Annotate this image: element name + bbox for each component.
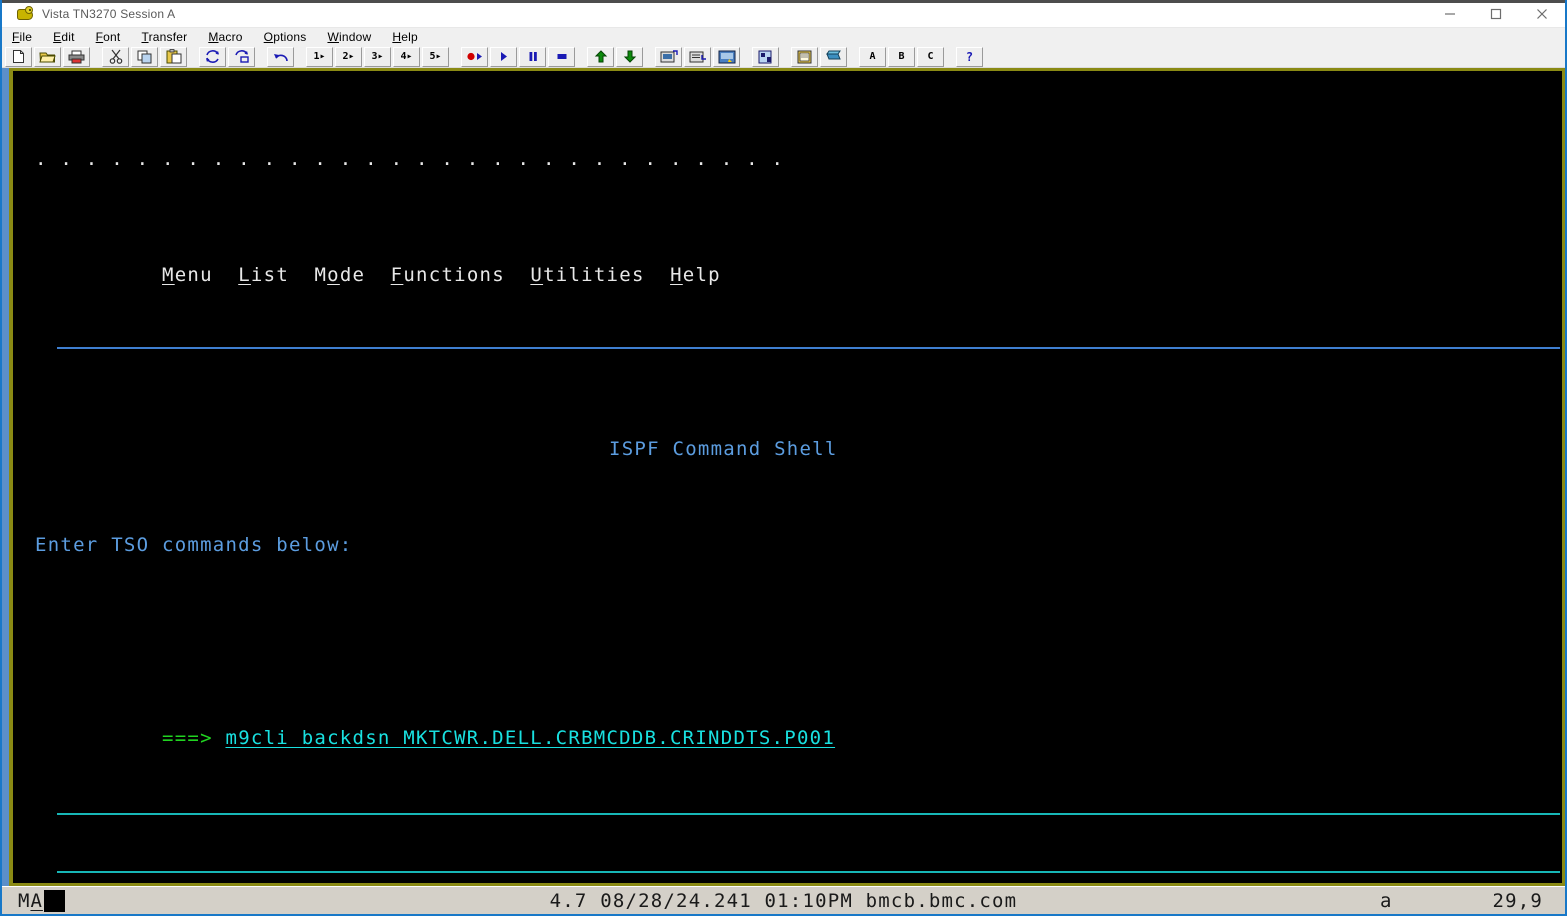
toolbar: 1▸ 2▸ 3▸ 4▸ 5▸ A B C ? [2, 46, 1565, 68]
session-b-button[interactable]: B [888, 46, 915, 67]
macro-4-button[interactable]: 4▸ [393, 46, 420, 67]
command-input[interactable]: m9cli backdsn MKTCWR.DELL.CRBMCDDB.CRIND… [226, 727, 836, 749]
print-icon[interactable] [63, 46, 90, 67]
command-arrow: ===> [162, 727, 213, 750]
screen-ruler: . . . . . . . . . . . . . . . . . . . . … [35, 148, 785, 171]
cyan-rule-top [57, 813, 1560, 816]
menu-item-options[interactable]: Options [264, 30, 307, 44]
title-bar: Vista TN3270 Session A [2, 0, 1565, 28]
menu-item-font[interactable]: Font [96, 30, 121, 44]
send-file-icon[interactable] [655, 46, 682, 67]
copy-icon[interactable] [131, 46, 158, 67]
cyan-rule-bottom [57, 871, 1560, 874]
help-button[interactable]: ? [956, 46, 983, 67]
tn3270-window: Vista TN3270 Session A File Edit Font Tr… [0, 0, 1567, 916]
cut-icon[interactable] [102, 46, 129, 67]
refresh-icon[interactable] [199, 46, 226, 67]
screen-action-bar: Menu List Mode Functions Utilities Help [35, 247, 1562, 284]
undo-icon[interactable] [267, 46, 294, 67]
macro-1-button[interactable]: 1▸ [306, 46, 333, 67]
close-button[interactable] [1519, 0, 1565, 28]
cyan-rule-row-2 [35, 864, 1562, 883]
status-center-group: 4.7 08/28/24.241 01:10PM bmcb.bmc.com [2, 890, 1565, 912]
status-date: 08/28/24.241 [600, 889, 752, 912]
status-time: 01:10PM [764, 889, 854, 912]
new-file-icon[interactable] [5, 46, 32, 67]
action-bar-list[interactable]: List [238, 264, 289, 286]
terminal-frame[interactable]: . . . . . . . . . . . . . . . . . . . . … [9, 68, 1565, 886]
status-keyboard-indicator: a [1380, 889, 1393, 912]
status-model: 4.7 [549, 889, 588, 912]
cyan-rule-row-1 [35, 806, 1562, 825]
macro-5-button[interactable]: 5▸ [422, 46, 449, 67]
terminal-area: . . . . . . . . . . . . . . . . . . . . … [2, 68, 1565, 886]
tn3270-screen[interactable]: . . . . . . . . . . . . . . . . . . . . … [13, 71, 1562, 883]
menu-item-transfer[interactable]: Transfer [141, 30, 187, 44]
action-bar-menu[interactable]: Menu [162, 264, 213, 286]
window-top-strip [2, 0, 1565, 3]
window-controls [1427, 0, 1565, 28]
spacer-row-1 [35, 613, 1562, 632]
menu-item-help[interactable]: Help [392, 30, 418, 44]
receive-file-icon[interactable] [684, 46, 711, 67]
action-bar-mode[interactable]: Mode [314, 264, 365, 286]
menu-item-window[interactable]: Window [327, 30, 371, 44]
minimize-button[interactable] [1427, 0, 1473, 28]
status-host: bmcb.bmc.com [865, 889, 1018, 912]
vista-app-icon [16, 5, 34, 23]
application-menu-bar: File Edit Font Transfer Macro Options Wi… [2, 28, 1565, 46]
action-bar-functions[interactable]: Functions [391, 264, 505, 286]
keyboard-map-icon[interactable] [752, 46, 779, 67]
maximize-button[interactable] [1473, 0, 1519, 28]
macro-2-button[interactable]: 2▸ [335, 46, 362, 67]
send-down-icon[interactable] [616, 46, 643, 67]
action-bar-rule [57, 347, 1560, 350]
command-line-row: ===> m9cli backdsn MKTCWR.DELL.CRBMCDDB.… [35, 710, 1562, 747]
send-up-icon[interactable] [587, 46, 614, 67]
pause-macro-button[interactable] [519, 46, 546, 67]
session-icon[interactable] [820, 46, 847, 67]
window-title: Vista TN3270 Session A [42, 6, 176, 21]
status-cursor-position: 29,9 [1492, 889, 1543, 912]
action-bar-utilities[interactable]: Utilities [530, 264, 644, 286]
menu-item-edit[interactable]: Edit [53, 30, 75, 44]
paste-icon[interactable] [160, 46, 187, 67]
panel-title-row: ISPF Command Shell [35, 437, 1562, 460]
record-macro-button[interactable] [461, 46, 488, 67]
menu-item-macro[interactable]: Macro [208, 30, 242, 44]
stop-macro-button[interactable] [548, 46, 575, 67]
notepad-icon[interactable] [791, 46, 818, 67]
open-file-icon[interactable] [34, 46, 61, 67]
refresh-alt-icon[interactable] [228, 46, 255, 67]
session-a-button[interactable]: A [859, 46, 886, 67]
menu-item-file[interactable]: File [12, 30, 32, 44]
status-bar: MA 4.7 08/28/24.241 01:10PM bmcb.bmc.com… [2, 886, 1565, 914]
session-rail[interactable] [2, 68, 9, 886]
macro-3-button[interactable]: 3▸ [364, 46, 391, 67]
transfer-setup-icon[interactable] [713, 46, 740, 67]
session-c-button[interactable]: C [917, 46, 944, 67]
prompt-label: Enter TSO commands below: [35, 534, 353, 557]
panel-title: ISPF Command Shell [609, 437, 838, 460]
play-macro-button[interactable] [490, 46, 517, 67]
action-bar-rule-row [35, 343, 1562, 362]
action-bar-help[interactable]: Help [670, 264, 721, 286]
